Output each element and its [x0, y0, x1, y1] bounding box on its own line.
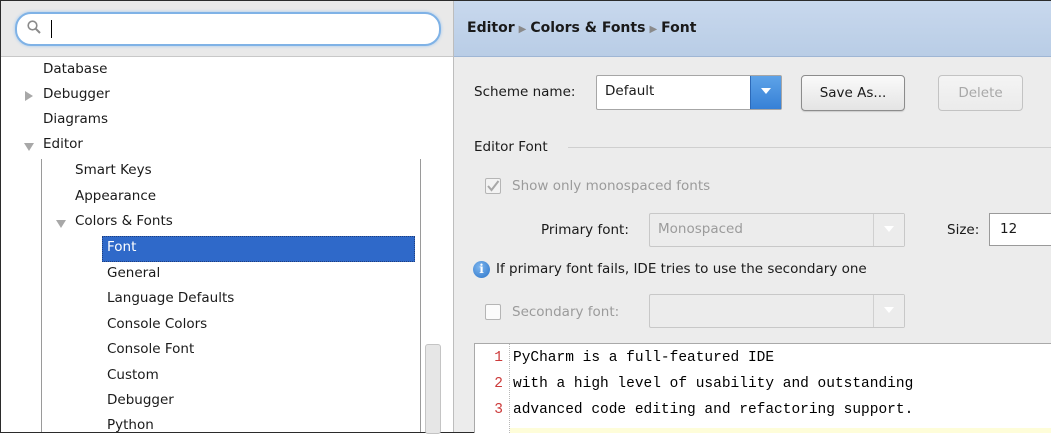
- tree-item-editor[interactable]: Editor: [43, 132, 83, 157]
- secondary-font-label: Secondary font:: [512, 304, 620, 320]
- tree-item-label: Diagrams: [43, 111, 108, 127]
- section-divider: [568, 147, 1051, 148]
- scheme-select-value: Default: [605, 83, 655, 99]
- tree-item-label: Language Defaults: [107, 290, 235, 306]
- checkmark-icon: [487, 180, 500, 192]
- tree-item-smart-keys[interactable]: Smart Keys: [75, 158, 152, 183]
- info-icon: i: [473, 261, 490, 278]
- collapse-arrow-icon[interactable]: [24, 143, 34, 151]
- scheme-select[interactable]: Default: [596, 75, 782, 110]
- tree-item-diagrams[interactable]: Diagrams: [43, 107, 108, 132]
- preview-code-line: PyCharm is a full-featured IDE: [513, 350, 775, 366]
- breadcrumb-part: Editor: [467, 20, 515, 36]
- expand-arrow-icon[interactable]: [25, 91, 33, 101]
- breadcrumb-part: Colors & Fonts: [530, 20, 646, 36]
- tree-item-label: Console Colors: [107, 316, 208, 332]
- tree-item-custom[interactable]: Custom: [107, 363, 159, 388]
- size-label: Size:: [947, 222, 980, 238]
- tree-item-appearance[interactable]: Appearance: [75, 184, 156, 209]
- monospaced-label: Show only monospaced fonts: [512, 178, 711, 194]
- settings-tree-panel: Database Debugger Diagrams Editor Smart …: [1, 1, 453, 434]
- settings-content-panel: Editor ▶ Colors & Fonts ▶ Font Scheme name: …: [453, 1, 1051, 433]
- secondary-font-checkbox[interactable]: [485, 304, 501, 320]
- collapse-arrow-icon[interactable]: [56, 220, 66, 228]
- secondary-font-select[interactable]: [649, 294, 905, 328]
- size-value: 12: [1000, 221, 1018, 237]
- search-input[interactable]: [15, 12, 441, 46]
- font-preview-editor[interactable]: 1 PyCharm is a full-featured IDE 2 with …: [474, 343, 1051, 433]
- monospaced-checkbox[interactable]: [485, 178, 501, 194]
- settings-dialog: Database Debugger Diagrams Editor Smart …: [0, 0, 1051, 434]
- primary-font-select[interactable]: Monospaced: [649, 213, 905, 247]
- primary-font-label: Primary font:: [541, 222, 629, 238]
- tree-item-language-defaults[interactable]: Language Defaults: [107, 286, 234, 311]
- tree-item-python[interactable]: Python: [107, 413, 154, 438]
- tree-item-debugger[interactable]: Debugger: [43, 82, 110, 107]
- breadcrumb-separator-icon: ▶: [518, 24, 527, 35]
- line-number: 1: [494, 350, 503, 366]
- tree-item-label: Debugger: [43, 86, 110, 102]
- primary-font-value: Monospaced: [658, 221, 743, 237]
- tree-item-label: Colors & Fonts: [75, 213, 173, 229]
- tree-item-label: Custom: [107, 367, 159, 383]
- tree-item-label: Debugger: [107, 392, 174, 408]
- tree-scrollbar-thumb[interactable]: [425, 344, 441, 434]
- breadcrumb: Editor ▶ Colors & Fonts ▶ Font: [454, 1, 1051, 57]
- tree-item-label: General: [107, 265, 161, 281]
- line-number: 2: [494, 376, 503, 392]
- chevron-down-icon: [873, 214, 904, 246]
- tree-item-general[interactable]: General: [107, 261, 160, 286]
- chevron-down-icon: [873, 295, 904, 327]
- tree-selection-highlight: [102, 236, 415, 262]
- tree-item-label: Editor: [43, 136, 83, 152]
- text-caret: [51, 20, 52, 38]
- tree-item-label: Database: [43, 61, 108, 77]
- tree-item-label: Smart Keys: [75, 162, 152, 178]
- breadcrumb-separator-icon: ▶: [649, 24, 658, 35]
- tree-item-font[interactable]: Font: [107, 235, 136, 260]
- tree-item-label: Python: [107, 417, 154, 433]
- tree-item-colors-fonts[interactable]: Colors & Fonts: [75, 209, 173, 234]
- chevron-down-icon: [750, 76, 781, 109]
- delete-button[interactable]: Delete: [938, 75, 1023, 111]
- size-input[interactable]: 12: [989, 213, 1051, 246]
- fallback-info-text: If primary font fails, IDE tries to use …: [496, 261, 867, 277]
- tree-item-database[interactable]: Database: [43, 57, 107, 82]
- search-bar: [1, 1, 453, 57]
- preview-code-line: with a high level of usability and outst…: [513, 376, 914, 392]
- tree-item-label: Font: [107, 239, 137, 255]
- tree-item-label: Console Font: [107, 341, 195, 357]
- settings-tree: Database Debugger Diagrams Editor Smart …: [1, 57, 453, 433]
- tree-item-label: Appearance: [75, 188, 157, 204]
- tree-item-console-font[interactable]: Console Font: [107, 337, 194, 362]
- editor-font-section-title: Editor Font: [474, 139, 548, 155]
- line-number: 3: [494, 402, 503, 418]
- breadcrumb-part: Font: [661, 20, 697, 36]
- save-as-button[interactable]: Save As...: [801, 75, 905, 111]
- preview-code-line: advanced code editing and refactoring su…: [513, 402, 914, 418]
- tree-item-debugger-colors[interactable]: Debugger: [107, 388, 174, 413]
- current-line-highlight: [510, 428, 1051, 433]
- search-icon: [27, 20, 41, 34]
- scheme-name-label: Scheme name:: [474, 84, 576, 100]
- tree-item-console-colors[interactable]: Console Colors: [107, 312, 207, 337]
